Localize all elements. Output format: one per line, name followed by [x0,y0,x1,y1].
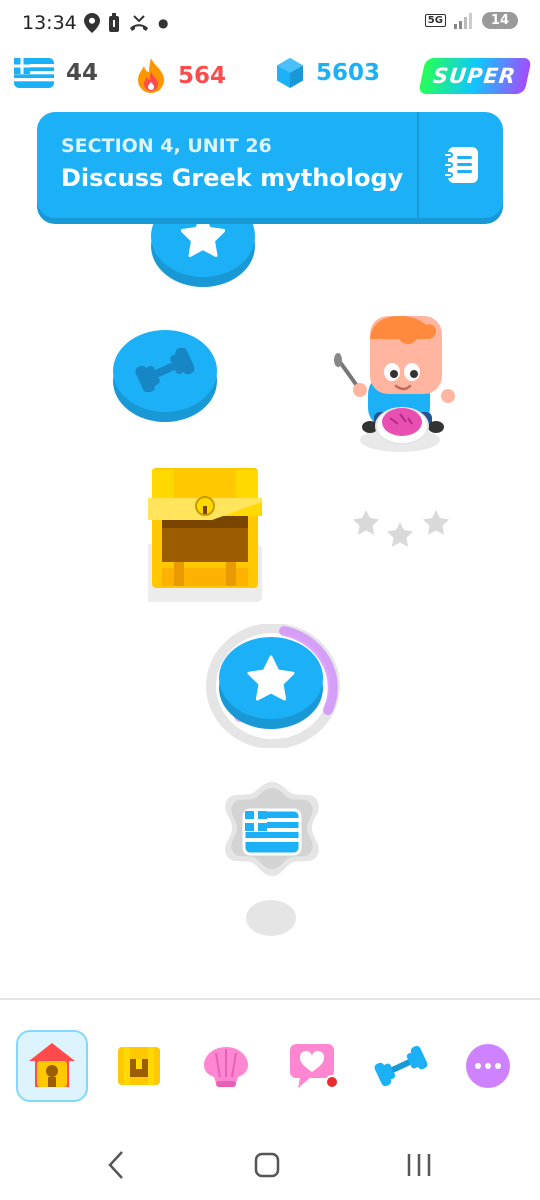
guidebook-icon[interactable] [442,145,482,185]
nav-quests[interactable] [278,1030,350,1102]
streak-counter[interactable]: 564 [136,58,226,94]
nav-practice[interactable] [365,1030,437,1102]
gem-icon [277,58,303,88]
battery-level: 14 [481,12,518,29]
dot-indicator: ● [158,16,169,30]
system-recents-icon[interactable] [404,1148,434,1182]
greece-flag-icon [14,58,54,88]
course-count: 44 [66,60,99,86]
system-back-icon[interactable] [104,1148,128,1182]
unit-review-node[interactable] [214,780,330,888]
unit-banner[interactable]: SECTION 4, UNIT 26 Discuss Greek mytholo… [37,112,503,218]
star-icon [247,655,295,701]
signal-icon [453,12,472,29]
stars-decoration-icon [353,510,449,547]
super-label: SUPER [432,64,518,88]
gems-count: 5603 [316,60,381,86]
course-selector[interactable]: 44 [14,58,98,88]
banner-divider [417,112,419,218]
more-icon [466,1044,510,1088]
nav-chest[interactable] [103,1030,175,1102]
practice-node[interactable] [113,330,217,412]
next-node-shadow [246,900,296,936]
streak-count: 564 [178,63,227,89]
network-label: 5G [424,14,446,27]
home-icon [29,1043,75,1087]
unit-title: Discuss Greek mythology [61,164,404,192]
treasure-chest-node[interactable] [144,468,262,602]
status-icons: ● [84,13,168,33]
battery-saver-icon [109,13,119,32]
treasure-chest-icon [144,468,262,602]
current-lesson-node[interactable] [219,637,323,719]
unit-section-label: SECTION 4, UNIT 26 [61,135,272,157]
nav-learn[interactable] [16,1030,88,1102]
star-icon [181,215,225,257]
flame-icon [138,58,164,93]
heart-message-icon [290,1044,339,1089]
gems-counter[interactable]: 5603 [276,58,380,88]
greece-flag-icon [242,808,302,856]
missed-call-icon [130,15,148,31]
status-right: 5G 14 [424,12,518,29]
super-button[interactable]: SUPER [418,58,532,94]
status-time: 13:34 [22,12,77,34]
bottom-nav-divider [0,998,540,1000]
system-home-icon[interactable] [253,1148,281,1182]
dumbbell-icon [135,348,195,392]
shell-icon [204,1047,248,1087]
nav-more[interactable] [452,1030,524,1102]
character-illustration [334,316,455,452]
treasure-chest-icon [118,1047,160,1085]
nav-leagues[interactable] [190,1030,262,1102]
dumbbell-icon [374,1045,428,1087]
location-icon [84,13,100,33]
